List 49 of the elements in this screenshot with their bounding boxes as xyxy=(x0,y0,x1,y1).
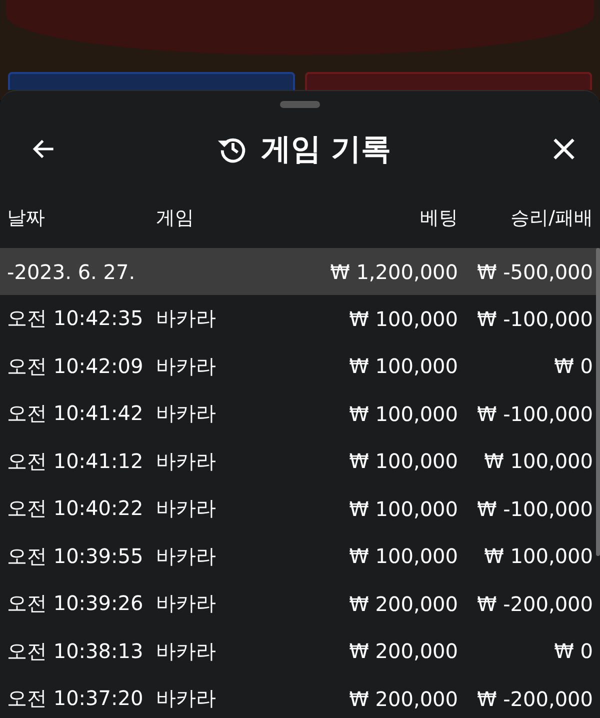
bet-cell-text: ₩ 200,000 xyxy=(348,639,458,664)
column-header[interactable]: 날짜 xyxy=(7,205,156,231)
game-cell-text: 바카라 xyxy=(156,685,217,712)
bet-cell-text: ₩ 200,000 xyxy=(348,686,458,711)
group-result-total: ₩ -500,000 xyxy=(476,260,593,284)
time-cell-text: 오전 10:38:13 xyxy=(7,638,144,665)
time-cell-text: 오전 10:39:55 xyxy=(7,542,144,570)
bet-cell-text: ₩ 100,000 xyxy=(348,354,458,378)
date-group-row[interactable]: -2023. 6. 27. ₩ 1,200,000 ₩ -500,000 xyxy=(0,248,600,295)
time-cell-text: 오전 10:40:22 xyxy=(7,495,144,522)
result-cell-text: ₩ 100,000 xyxy=(483,544,593,568)
bet-cell-text: ₩ 100,000 xyxy=(348,544,458,568)
result-cell-text: ₩ 100,000 xyxy=(483,449,593,474)
game-cell-text: 바카라 xyxy=(156,400,217,428)
result-cell-text: ₩ 0 xyxy=(553,354,593,378)
game-cell-text: 바카라 xyxy=(156,305,217,332)
game-cell-text: 바카라 xyxy=(156,542,217,570)
scrollbar[interactable] xyxy=(596,248,600,556)
group-bet-total: ₩ 1,200,000 xyxy=(329,260,458,284)
bet-area[interactable] xyxy=(8,72,295,90)
game-cell-text: 바카라 xyxy=(156,352,217,380)
column-header[interactable]: 게임 xyxy=(156,205,308,231)
bet-cell-text: ₩ 100,000 xyxy=(348,306,458,331)
bet-area[interactable] xyxy=(305,72,592,90)
time-cell-text: 오전 10:39:26 xyxy=(7,590,144,618)
panel-title: 게임 기록 xyxy=(260,130,392,168)
result-cell-text: ₩ 0 xyxy=(553,639,593,664)
bet-cell-text: ₩ 100,000 xyxy=(348,449,458,474)
group-date: -2023. 6. 27. xyxy=(7,260,136,284)
column-header[interactable]: 승리/패배 xyxy=(458,205,593,231)
bet-cell-text: ₩ 100,000 xyxy=(348,402,458,426)
game-cell-text: 바카라 xyxy=(156,638,217,665)
time-cell-text: 오전 10:42:09 xyxy=(7,352,144,380)
time-cell-text: 오전 10:37:20 xyxy=(7,685,144,712)
game-cell-text: 바카라 xyxy=(156,495,217,522)
result-cell-text: ₩ -100,000 xyxy=(476,496,593,521)
time-cell-text: 오전 10:42:35 xyxy=(7,305,144,332)
result-cell-text: ₩ -200,000 xyxy=(476,686,593,711)
time-cell-text: 오전 10:41:42 xyxy=(7,400,144,428)
game-cell-text: 바카라 xyxy=(156,448,217,475)
bet-cell-text: ₩ 100,000 xyxy=(348,496,458,521)
result-cell-text: ₩ -100,000 xyxy=(476,402,593,426)
result-cell-text: ₩ -100,000 xyxy=(476,306,593,331)
bet-cell-text: ₩ 200,000 xyxy=(348,592,458,616)
game-cell-text: 바카라 xyxy=(156,590,217,618)
time-cell-text: 오전 10:41:12 xyxy=(7,448,144,475)
drag-handle[interactable] xyxy=(280,101,320,108)
column-header[interactable]: 베팅 xyxy=(308,205,458,231)
result-cell-text: ₩ -200,000 xyxy=(476,592,593,616)
